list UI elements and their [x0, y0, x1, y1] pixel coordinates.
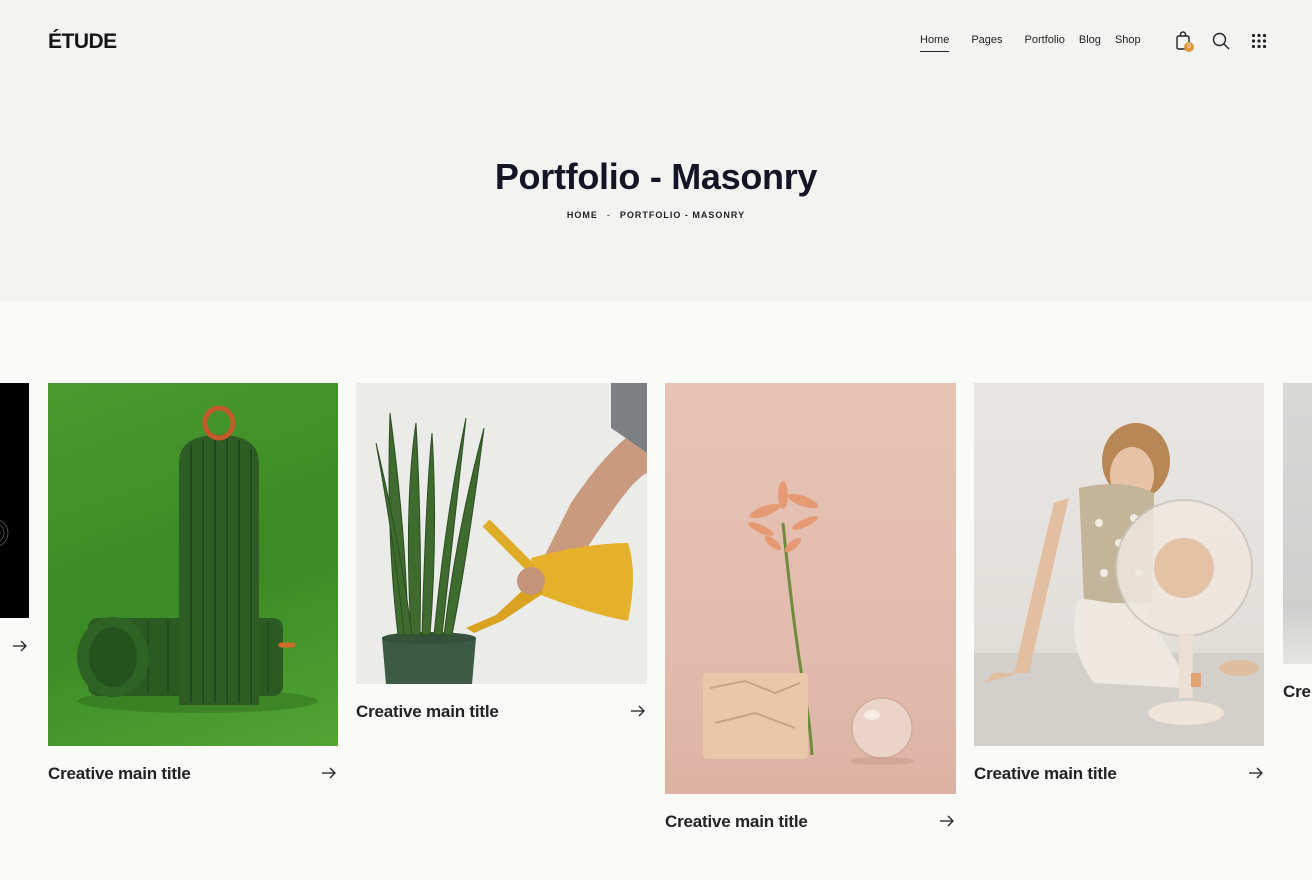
breadcrumb: HOME - PORTFOLIO - MASONRY	[0, 210, 1312, 220]
nav-item-home[interactable]: Home	[920, 34, 950, 52]
search-button[interactable]	[1210, 30, 1232, 52]
menu-grid-button[interactable]	[1248, 30, 1270, 52]
portfolio-image-dark-abstract[interactable]	[0, 383, 29, 618]
breadcrumb-home[interactable]: HOME	[567, 210, 598, 220]
portfolio-card-title[interactable]: Creative main title	[665, 812, 808, 832]
portfolio-card-title[interactable]: Creative main title	[48, 764, 191, 784]
nav-item-blog[interactable]: Blog	[1079, 34, 1101, 46]
breadcrumb-separator: -	[606, 210, 611, 220]
nav-item-portfolio[interactable]: Portfolio	[1025, 34, 1065, 46]
site-logo[interactable]: ÉTUDE	[48, 30, 117, 54]
arrow-right-icon[interactable]	[321, 765, 337, 781]
portfolio-card-title[interactable]: Cre	[1283, 682, 1312, 702]
portfolio-image-green-objects[interactable]	[48, 383, 338, 746]
main-navigation: Home Pages Portfolio Blog Shop	[920, 34, 1163, 52]
search-icon	[1212, 32, 1230, 50]
page-title: Portfolio - Masonry	[494, 156, 818, 197]
grid-menu-icon	[1251, 33, 1267, 49]
arrow-right-icon[interactable]	[1248, 765, 1264, 781]
arrow-right-icon[interactable]	[939, 813, 955, 829]
cart-button[interactable]: 0	[1172, 30, 1194, 52]
portfolio-image-partial-gray[interactable]	[1283, 383, 1312, 664]
portfolio-image-flower-stone[interactable]	[665, 383, 956, 794]
portfolio-image-snake-plant[interactable]	[356, 383, 647, 684]
nav-item-shop[interactable]: Shop	[1115, 34, 1141, 46]
cart-count-badge: 0	[1184, 42, 1194, 52]
nav-item-pages[interactable]: Pages	[971, 34, 1002, 46]
header-icons: 0	[1172, 30, 1270, 52]
arrow-right-icon[interactable]	[630, 703, 646, 719]
portfolio-image-woman-fan[interactable]	[974, 383, 1264, 746]
arrow-right-icon[interactable]	[12, 638, 28, 654]
portfolio-card-title[interactable]: Creative main title	[974, 764, 1117, 784]
breadcrumb-current: PORTFOLIO - MASONRY	[619, 210, 746, 220]
page-header-hero: ÉTUDE Home Pages Portfolio Blog Shop 0 P…	[0, 0, 1312, 302]
portfolio-card-title[interactable]: Creative main title	[356, 702, 499, 722]
